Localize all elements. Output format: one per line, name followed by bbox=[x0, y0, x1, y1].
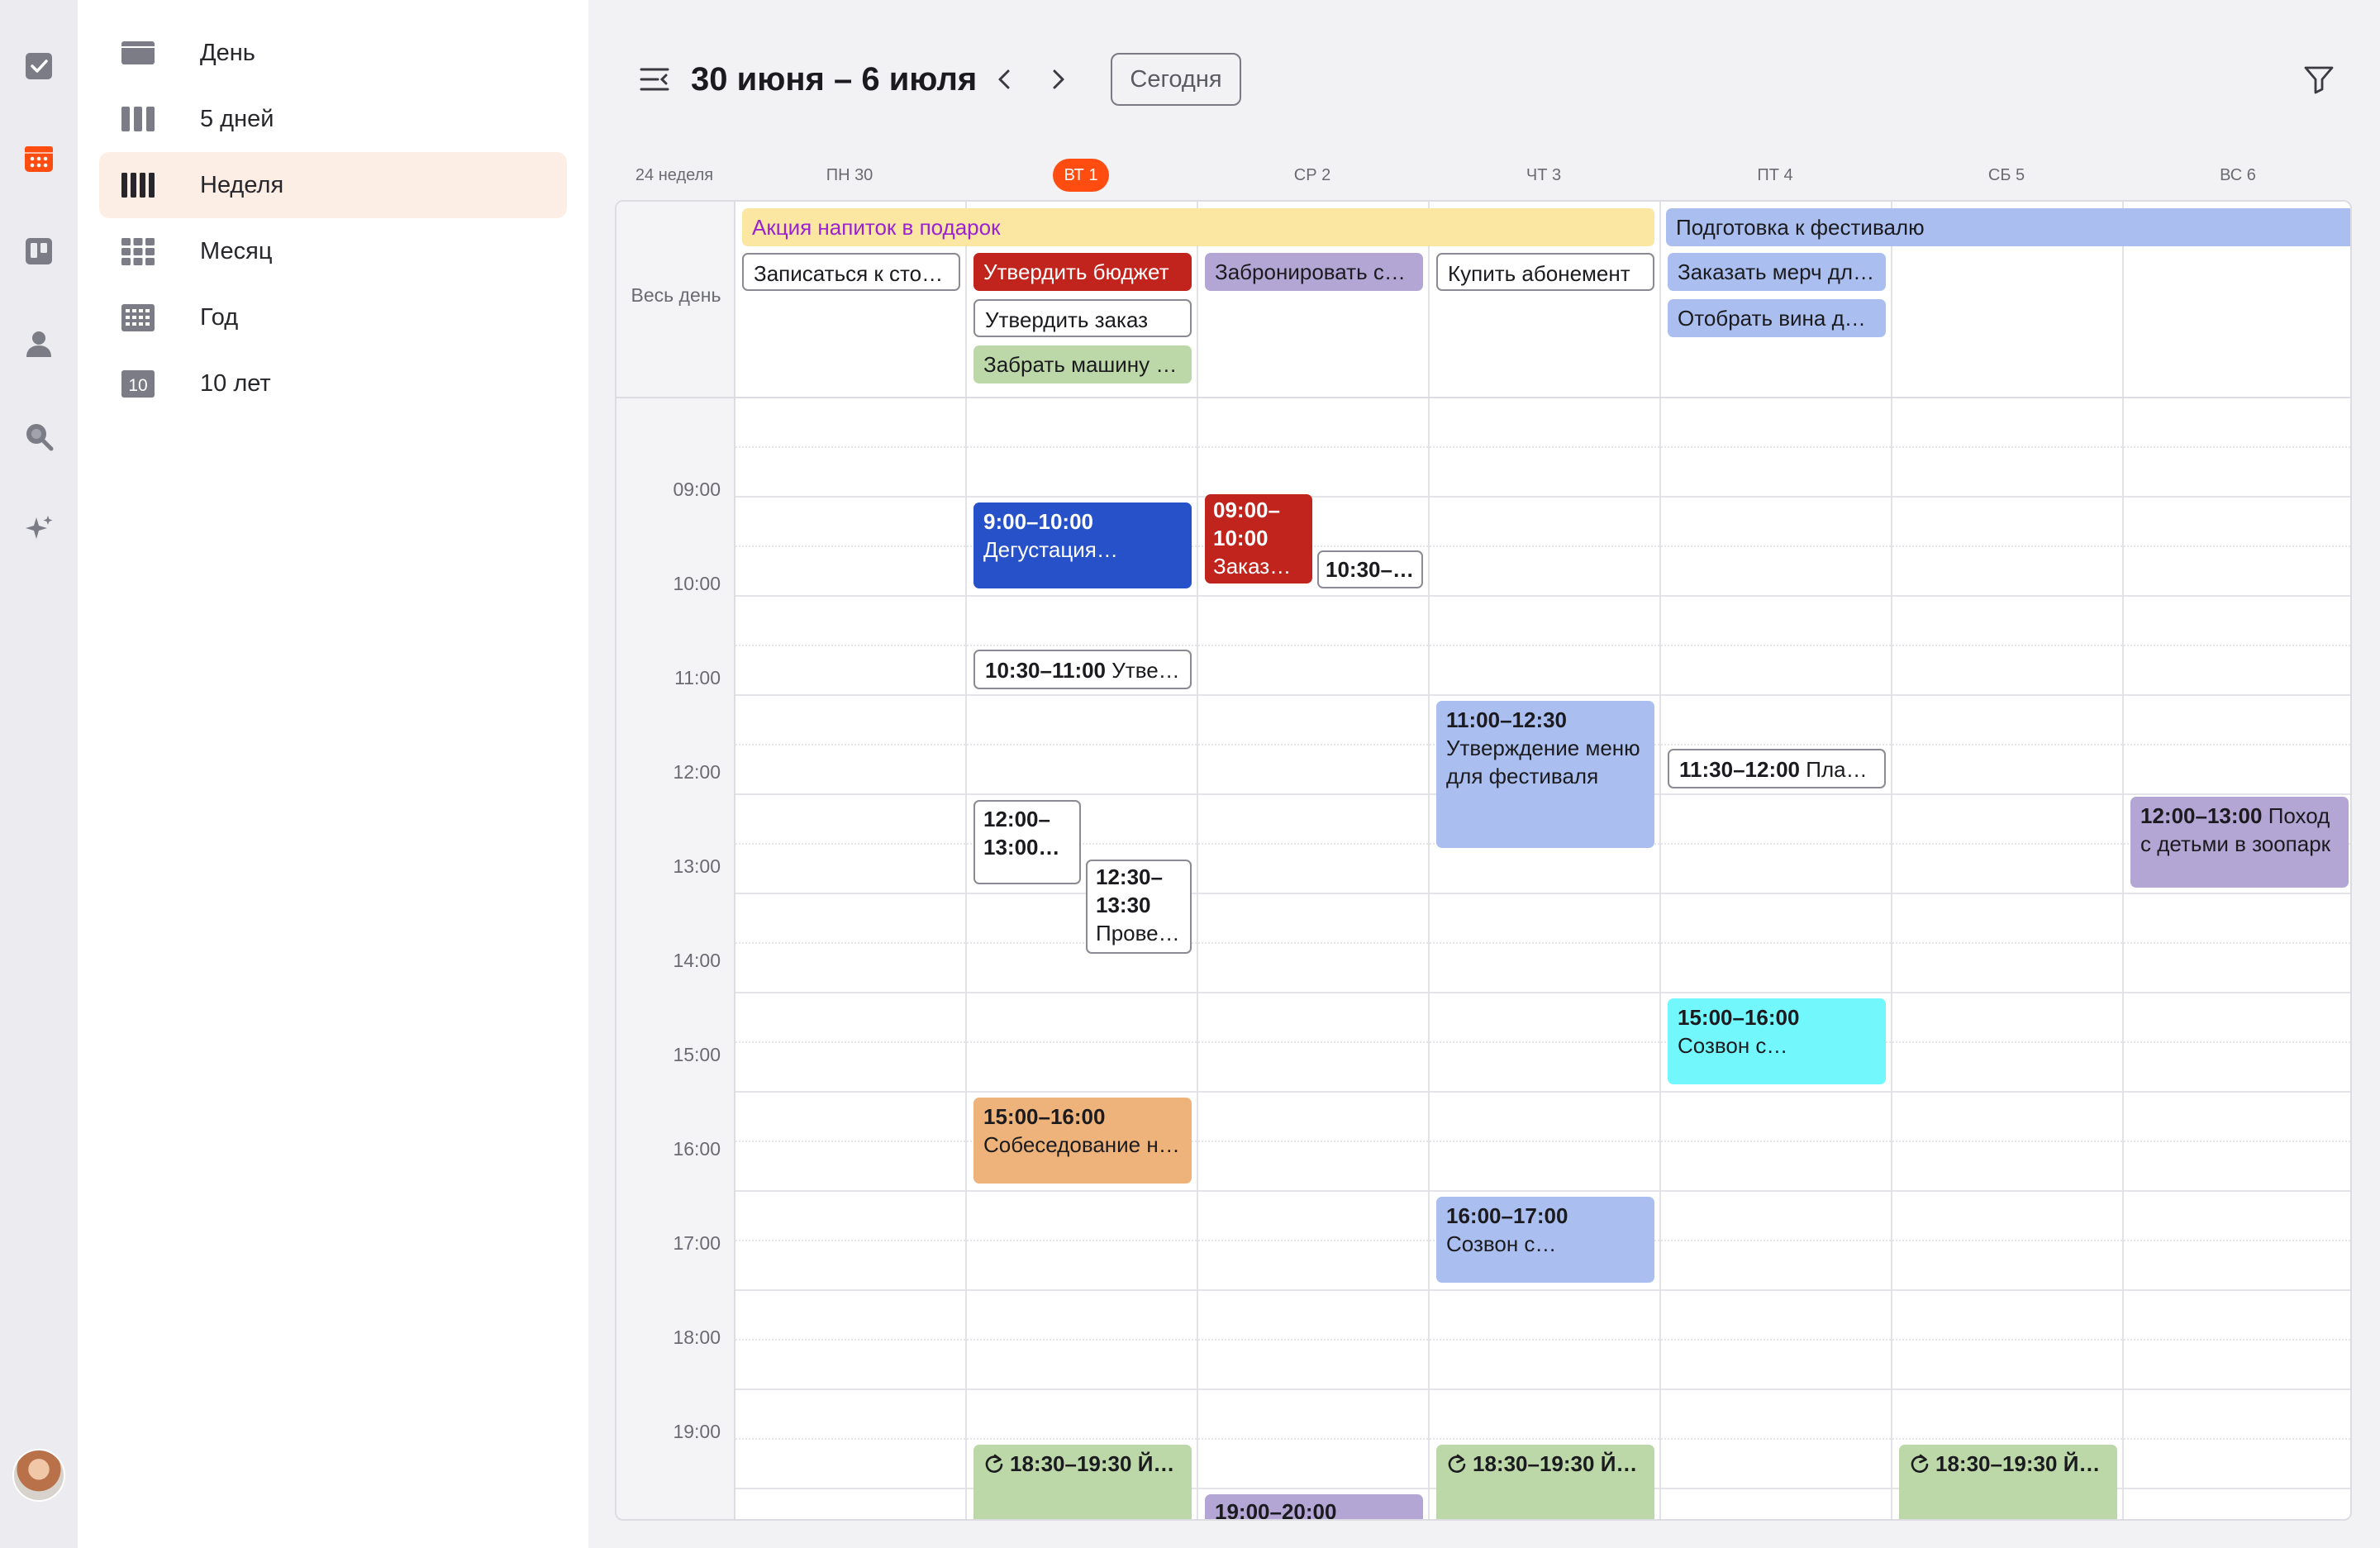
day-header-tue[interactable]: ВТ 1 bbox=[965, 157, 1197, 193]
view-year[interactable]: Год bbox=[99, 284, 567, 350]
allday-event-dentist[interactable]: Записаться к стоматологу bbox=[742, 253, 960, 291]
hour-label: 18:00 bbox=[673, 1327, 721, 1348]
collapse-sidebar-icon[interactable] bbox=[638, 64, 671, 94]
day-header-sun[interactable]: ВС 6 bbox=[2122, 157, 2354, 193]
hour-label: 19:00 bbox=[673, 1421, 721, 1442]
contacts-icon[interactable] bbox=[19, 324, 59, 364]
event-approve[interactable]: 10:30–11:00 Утве… bbox=[973, 650, 1192, 689]
allday-event-promo[interactable]: Акция напиток в подарок bbox=[742, 208, 1654, 246]
event-order[interactable]: 09:00– 10:00 Заказ… bbox=[1205, 494, 1312, 583]
page-title: 30 июня – 6 июля bbox=[691, 61, 978, 98]
month-view-icon bbox=[121, 238, 155, 265]
allday-event-order[interactable]: Утвердить заказ bbox=[973, 299, 1192, 337]
event-yoga-tue[interactable]: 18:30–19:30 Й… bbox=[973, 1445, 1192, 1519]
allday-event-merch[interactable]: Заказать мерч для фестиваля bbox=[1668, 253, 1886, 291]
event-wed-19[interactable]: 19:00–20:00 bbox=[1205, 1494, 1423, 1519]
hour-label: 15:00 bbox=[673, 1044, 721, 1065]
allday-event-budget[interactable]: Утвердить бюджет bbox=[973, 253, 1192, 291]
recurring-icon bbox=[985, 1454, 1003, 1473]
filter-icon[interactable] bbox=[2302, 63, 2335, 96]
event-call-thu[interactable]: 16:00–17:00 Созвон с… bbox=[1436, 1197, 1654, 1283]
event-wed-1030[interactable]: 10:30–… bbox=[1317, 550, 1423, 588]
day-header-mon[interactable]: ПН 30 bbox=[734, 157, 965, 193]
view-year-label: Год bbox=[200, 304, 239, 331]
hour-label: 13:00 bbox=[673, 855, 721, 877]
hour-label: 12:00 bbox=[673, 761, 721, 783]
svg-text:10: 10 bbox=[128, 376, 147, 395]
app-root: День 5 дней Неделя Месяц Год 10 10 лет 3… bbox=[0, 0, 2380, 1548]
view-decade[interactable]: 10 10 лет bbox=[99, 350, 567, 417]
day-header-sat[interactable]: СБ 5 bbox=[1891, 157, 2122, 193]
week-number: 24 неделя bbox=[635, 166, 714, 184]
week-view-icon bbox=[121, 173, 155, 198]
hour-label: 14:00 bbox=[673, 950, 721, 971]
allday-event-table[interactable]: Забронировать столик bbox=[1205, 253, 1423, 291]
prev-week-icon[interactable] bbox=[992, 64, 1018, 94]
search-icon[interactable] bbox=[19, 417, 59, 456]
hour-label: 11:00 bbox=[674, 667, 721, 688]
view-sidebar: День 5 дней Неделя Месяц Год 10 10 лет bbox=[78, 0, 588, 1548]
event-call-fri[interactable]: 15:00–16:00 Созвон с… bbox=[1668, 998, 1886, 1084]
today-button[interactable]: Сегодня bbox=[1111, 53, 1241, 106]
hour-label: 16:00 bbox=[673, 1138, 721, 1160]
view-day-label: День bbox=[200, 40, 255, 66]
day-header-thu[interactable]: ЧТ 3 bbox=[1428, 157, 1659, 193]
view-month[interactable]: Месяц bbox=[99, 218, 567, 284]
allday-event-festival[interactable]: Подготовка к фестивалю bbox=[1666, 208, 2350, 246]
user-avatar[interactable] bbox=[12, 1449, 65, 1502]
day-view-icon bbox=[121, 41, 155, 64]
next-week-icon[interactable] bbox=[1045, 64, 1071, 94]
allday-event-wines[interactable]: Отобрать вина для фестиваля bbox=[1668, 299, 1886, 337]
event-yoga-thu[interactable]: 18:30–19:30 Й… bbox=[1436, 1445, 1654, 1519]
recurring-icon bbox=[1911, 1454, 1929, 1473]
all-day-label: Весь день bbox=[631, 284, 721, 306]
hour-label: 09:00 bbox=[673, 479, 721, 500]
allday-event-car[interactable]: Забрать машину из сервиса bbox=[973, 345, 1192, 383]
view-five-days-label: 5 дней bbox=[200, 106, 274, 132]
event-tue-12[interactable]: 12:00– 13:00… bbox=[973, 800, 1081, 884]
view-week-label: Неделя bbox=[200, 172, 284, 198]
view-month-label: Месяц bbox=[200, 238, 273, 264]
recurring-icon bbox=[1448, 1454, 1466, 1473]
event-yoga-sat[interactable]: 18:30–19:30 Й… bbox=[1899, 1445, 2117, 1519]
decade-view-icon: 10 bbox=[121, 370, 155, 398]
view-week[interactable]: Неделя bbox=[99, 152, 567, 218]
hour-label: 10:00 bbox=[673, 573, 721, 594]
event-zoo[interactable]: 12:00–13:00 Поход с детьми в зоопарк bbox=[2130, 797, 2349, 888]
day-header-wed[interactable]: СР 2 bbox=[1197, 157, 1428, 193]
hour-label: 17:00 bbox=[673, 1232, 721, 1254]
view-day[interactable]: День bbox=[99, 20, 567, 86]
five-days-view-icon bbox=[121, 107, 155, 131]
event-plan[interactable]: 11:30–12:00 План… bbox=[1668, 749, 1886, 788]
board-icon[interactable] bbox=[19, 231, 59, 271]
view-decade-label: 10 лет bbox=[200, 370, 271, 397]
day-header-fri[interactable]: ПТ 4 bbox=[1659, 157, 1891, 193]
calendar-icon[interactable] bbox=[19, 139, 59, 179]
week-grid: Весь день 09:00 10:00 11:00 12:00 13:00 … bbox=[615, 200, 2352, 1521]
app-rail bbox=[0, 0, 78, 1548]
allday-event-subscription[interactable]: Купить абонемент bbox=[1436, 253, 1654, 291]
tasks-icon[interactable] bbox=[19, 46, 59, 86]
event-menu[interactable]: 11:00–12:30 Утверждение меню для фестива… bbox=[1436, 701, 1654, 848]
event-check[interactable]: 12:30– 13:30 Прове… bbox=[1086, 860, 1192, 954]
view-five-days[interactable]: 5 дней bbox=[99, 86, 567, 152]
year-view-icon bbox=[121, 304, 155, 331]
event-interview[interactable]: 15:00–16:00 Собеседование н… bbox=[973, 1098, 1192, 1184]
sparkle-icon[interactable] bbox=[19, 509, 59, 549]
event-tasting[interactable]: 9:00–10:00 Дегустация… bbox=[973, 503, 1192, 588]
